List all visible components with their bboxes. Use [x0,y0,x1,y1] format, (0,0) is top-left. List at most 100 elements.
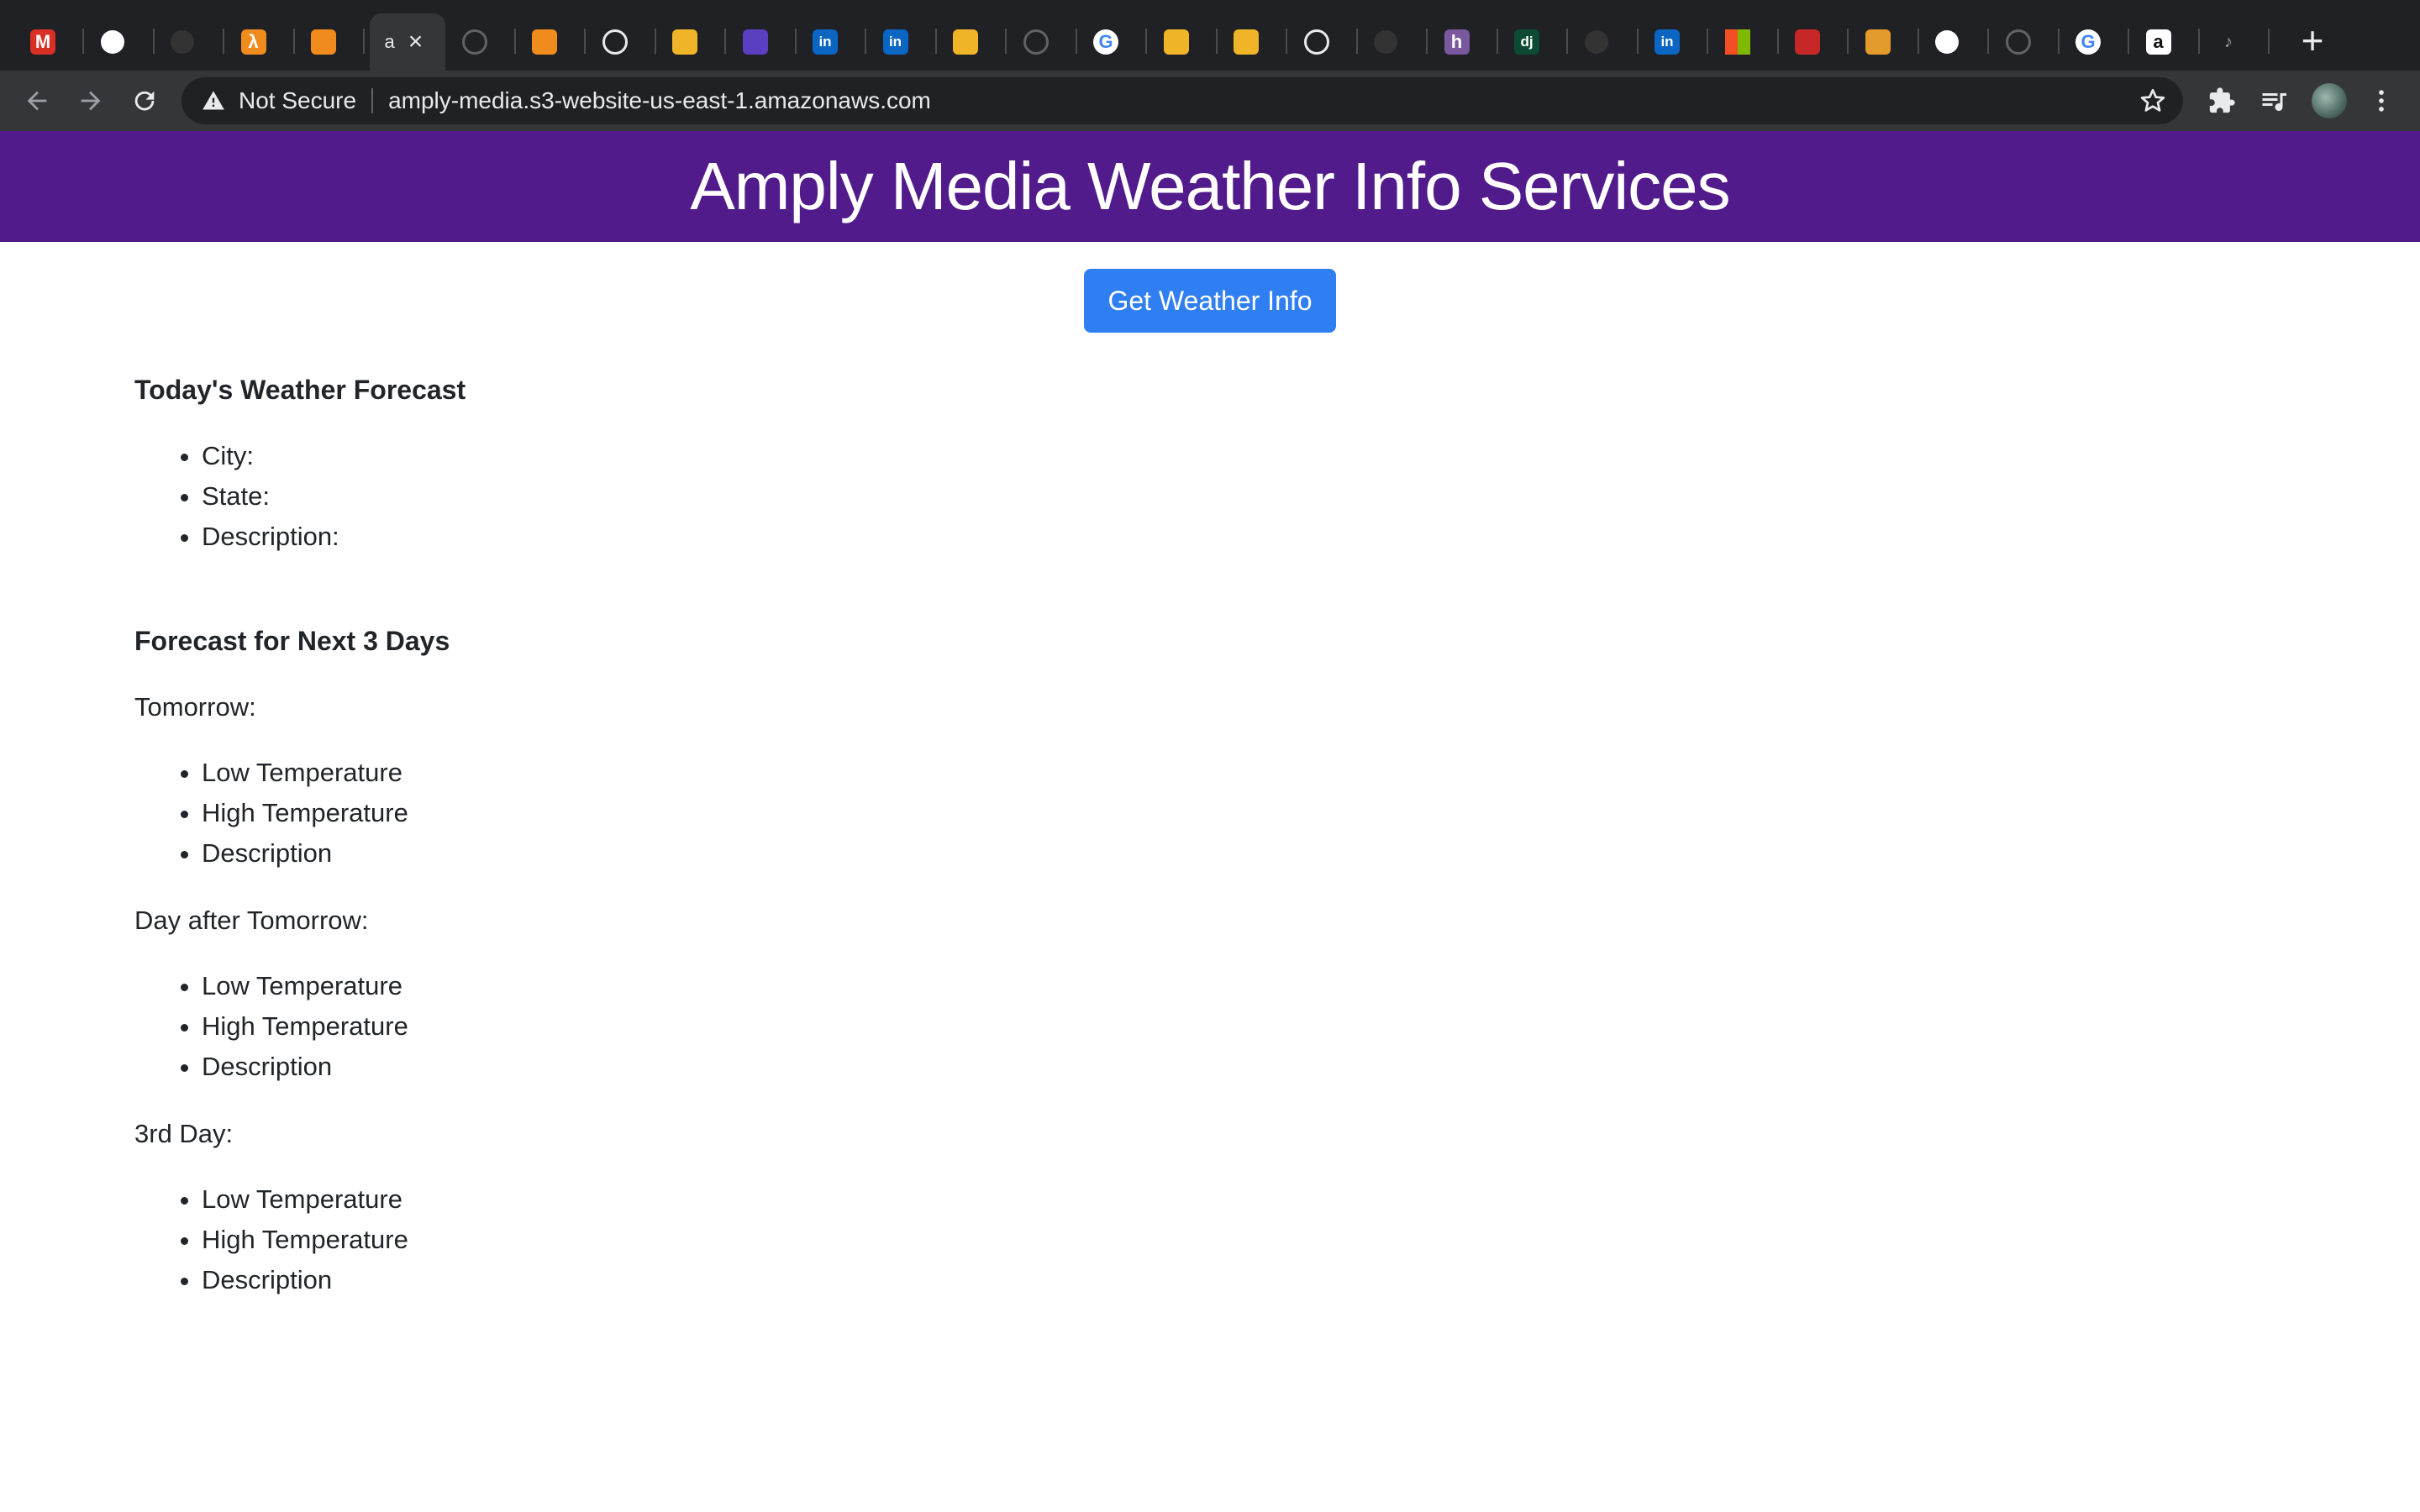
globe-icon [1303,29,1329,55]
tab-separator [2268,29,2270,54]
avatar [2312,83,2347,118]
menu-button[interactable] [2360,79,2403,123]
ball-icon [1795,29,1820,55]
aws-box-icon [532,29,557,55]
media-button[interactable] [2252,79,2296,123]
tab-separator [1355,29,1358,54]
github-icon [100,30,124,54]
star-icon[interactable] [2138,86,2168,116]
tab[interactable]: h [1429,13,1498,71]
tab-separator [363,29,365,54]
tab[interactable] [657,13,726,71]
tab[interactable] [938,13,1007,71]
aws-lambda-icon: λ [240,29,266,55]
tab-separator [2128,29,2129,54]
tab[interactable] [1710,13,1779,71]
tab-separator [1496,29,1498,54]
security-label[interactable]: Not Secure [239,87,356,114]
tab[interactable] [86,13,155,71]
back-button[interactable] [15,79,59,123]
tab[interactable] [155,13,224,71]
tab[interactable] [1850,13,1919,71]
new-tab-button[interactable]: + [2294,21,2331,60]
tab[interactable] [1991,13,2060,71]
tab-strip: Mλ a × in in Gh dj in Ga ♪ + [0,0,2420,71]
get-weather-button[interactable]: Get Weather Info [1084,269,1336,333]
tab[interactable]: in [868,13,937,71]
globe-icon [1023,29,1049,55]
github-icon [1935,30,1959,54]
audio-icon: ♪ [2224,32,2233,51]
tab-separator [513,29,516,54]
list-item: Description [202,1047,466,1087]
list-item: Low Temperature [202,966,466,1006]
tab-separator [1426,29,1428,54]
tab-separator [2197,29,2200,54]
list-item: Description [202,1260,466,1300]
globe-icon [602,29,628,55]
cube-icon [953,29,978,55]
list-item: Low Temperature [202,753,466,793]
tab[interactable] [296,13,365,71]
tab[interactable] [1289,13,1358,71]
tab[interactable] [517,13,586,71]
tab[interactable] [728,13,797,71]
tab-separator [1707,29,1708,54]
arrow-right-icon [81,91,101,111]
tab-separator [223,29,224,54]
list-item: Low Temperature [202,1179,466,1220]
gmail-icon: M [30,29,55,55]
tab[interactable] [1008,13,1077,71]
tab[interactable]: λ [226,13,295,71]
tab-separator [82,29,84,54]
reload-button[interactable] [123,79,166,123]
microsoft-icon [1724,29,1750,55]
forecast-heading: Forecast for Next 3 Days [134,626,450,656]
day-after-list: Low Temperature High Temperature Descrip… [134,966,466,1087]
tab-separator [584,29,586,54]
tab[interactable] [1570,13,1639,71]
tab[interactable]: G [2060,13,2129,71]
django-icon: dj [1514,29,1539,55]
tab-separator [1075,29,1077,54]
linkedin-icon: in [882,29,908,55]
address-bar[interactable]: Not Secure amply-media.s3-website-us-eas… [182,77,2183,124]
tab[interactable] [1920,13,1989,71]
close-icon[interactable]: × [408,29,424,55]
tab[interactable]: G [1078,13,1147,71]
tab[interactable]: in [1639,13,1708,71]
tab-active[interactable]: a × [369,13,445,71]
tab[interactable] [1780,13,1849,71]
extensions-button[interactable] [2200,79,2244,123]
tab[interactable]: a [2131,13,2200,71]
playlist-icon [2262,93,2286,112]
tab[interactable] [447,13,516,71]
warning-icon[interactable] [200,87,227,114]
linkedin-icon: in [1655,29,1680,55]
forward-button[interactable] [69,79,113,123]
tab-separator [1286,29,1287,54]
github-icon [1584,30,1608,54]
linkedin-icon: in [813,29,838,55]
tab[interactable] [1359,13,1428,71]
day-label-third: 3rd Day: [134,1119,234,1148]
heroku-icon: h [1444,29,1470,55]
tab[interactable]: dj [1499,13,1568,71]
tab-separator [654,29,656,54]
tab[interactable]: ♪ [2201,13,2270,71]
profile-button[interactable] [2307,79,2351,123]
puzzle-icon [2209,87,2235,113]
google-icon: G [1093,29,1118,55]
tab[interactable]: M [15,13,84,71]
site-header: Amply Media Weather Info Services [0,131,2420,242]
day-label-day-after: Day after Tomorrow: [134,906,369,935]
globe-icon [461,29,487,55]
tab[interactable] [587,13,656,71]
google-icon: G [2075,29,2101,55]
tab[interactable] [1218,13,1287,71]
tab-separator [1215,29,1218,54]
url-text[interactable]: amply-media.s3-website-us-east-1.amazona… [388,87,931,114]
tab-separator [1636,29,1639,54]
tab[interactable]: in [797,13,866,71]
tab[interactable] [1149,13,1218,71]
